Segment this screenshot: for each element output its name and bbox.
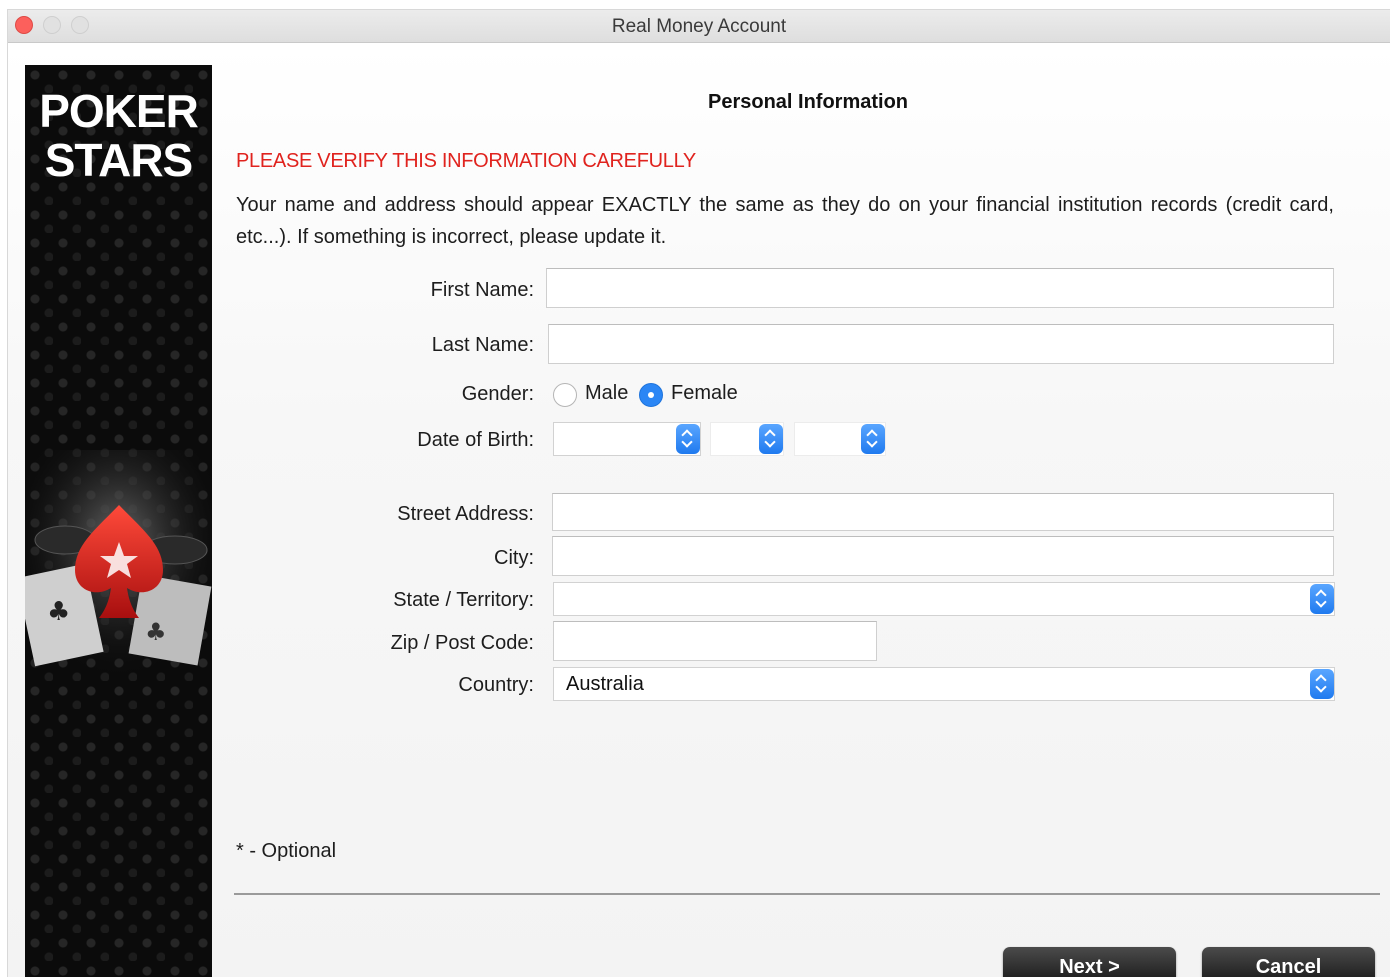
dob-day-stepper-icon[interactable]: [676, 424, 700, 454]
country-value: Australia: [566, 673, 644, 695]
svg-text:♣: ♣: [47, 597, 70, 627]
state-territory-label: State / Territory:: [393, 589, 534, 611]
window-title: Real Money Account: [611, 16, 787, 37]
gender-label: Gender:: [461, 383, 534, 405]
country-label: Country:: [458, 674, 534, 696]
verify-warning: PLEASE VERIFY THIS INFORMATION CAREFULLY: [236, 150, 696, 172]
street-address-field[interactable]: [552, 493, 1334, 531]
state-territory-select[interactable]: [553, 582, 1335, 616]
gender-female-radio[interactable]: [639, 383, 663, 407]
optional-note: * - Optional: [236, 840, 337, 862]
zip-post-code-field[interactable]: [553, 621, 877, 661]
title-bar: Real Money Account: [8, 10, 1390, 43]
city-field[interactable]: [552, 536, 1334, 576]
dob-day-select[interactable]: [553, 422, 701, 456]
brand-sidebar: POKER STARS ♣ ♣: [25, 65, 212, 977]
gender-female-label[interactable]: Female: [671, 382, 738, 405]
city-label: City:: [494, 547, 534, 569]
gender-male-label[interactable]: Male: [585, 382, 628, 405]
last-name-label: Last Name:: [431, 334, 534, 356]
state-stepper-icon[interactable]: [1310, 584, 1334, 614]
logo-line-1: POKER: [39, 85, 199, 137]
logo-line-2: STARS: [44, 134, 194, 186]
zip-post-code-label: Zip / Post Code:: [390, 632, 534, 654]
cancel-button[interactable]: Cancel: [1202, 947, 1375, 977]
dob-year-stepper-icon[interactable]: [861, 424, 885, 454]
country-stepper-icon[interactable]: [1310, 669, 1334, 699]
dob-month-stepper-icon[interactable]: [759, 424, 783, 454]
dob-year-select[interactable]: [794, 422, 886, 456]
country-select[interactable]: Australia: [553, 667, 1335, 701]
last-name-field[interactable]: [548, 324, 1334, 364]
date-of-birth-label: Date of Birth:: [417, 429, 534, 451]
street-address-label: Street Address:: [397, 503, 534, 525]
first-name-label: First Name:: [430, 279, 534, 301]
divider: [234, 893, 1380, 895]
section-heading: Personal Information: [707, 91, 909, 113]
next-button[interactable]: Next >: [1003, 947, 1176, 977]
dob-month-select[interactable]: [710, 422, 784, 456]
real-money-account-window: Real Money Account POKER STARS ♣ ♣ Perso…: [8, 10, 1390, 977]
first-name-field[interactable]: [546, 268, 1334, 308]
instructions-text: Your name and address should appear EXAC…: [236, 194, 1334, 248]
svg-text:♣: ♣: [145, 618, 167, 646]
spade-chips-icon: ♣ ♣: [25, 450, 212, 680]
pokerstars-logo: POKER STARS: [25, 87, 212, 185]
gender-male-radio[interactable]: [553, 383, 577, 407]
dialog-content: POKER STARS ♣ ♣ Personal Information PLE…: [8, 43, 1390, 977]
